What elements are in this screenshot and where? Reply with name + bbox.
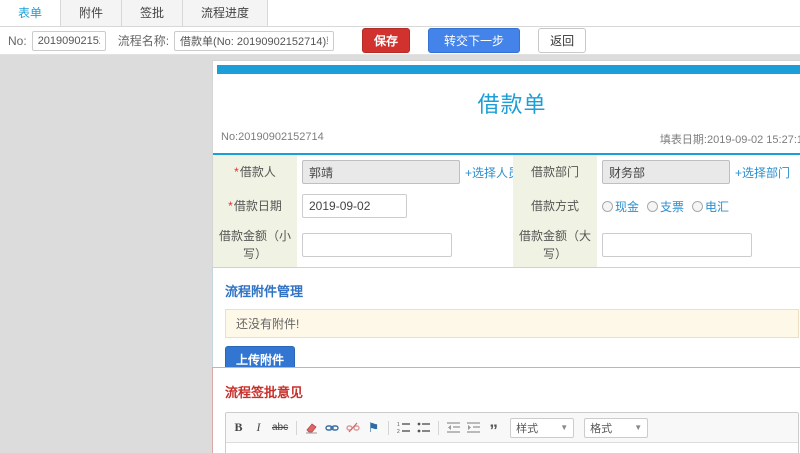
amount-upper-input[interactable] [602, 233, 752, 257]
link-icon[interactable] [325, 420, 339, 435]
borrower-label: *借款人 [213, 155, 297, 189]
approval-comments-panel: 流程签批意见 B I abc ⚑ 12 ” 样式 ▼ 格式 ▼ [212, 367, 800, 453]
amount-lower-label: 借款金额（小写） [213, 223, 297, 267]
editor-body[interactable] [226, 443, 798, 453]
attachment-heading: 流程附件管理 [225, 284, 304, 299]
radio-circle-icon[interactable] [692, 200, 704, 212]
editor-toolbar: B I abc ⚑ 12 ” 样式 ▼ 格式 ▼ [226, 413, 798, 443]
radio-wire[interactable]: 电汇 [692, 198, 729, 215]
toolbar-separator [388, 420, 390, 435]
save-button[interactable]: 保存 [362, 28, 411, 53]
tab-progress[interactable]: 流程进度 [183, 0, 269, 26]
form-row-date-method: *借款日期 借款方式 现金 支票 [213, 189, 800, 223]
tab-bar: 表单 附件 签批 流程进度 [0, 0, 800, 27]
doc-number: No:20190902152714 [221, 131, 324, 143]
block-quote-icon[interactable]: ” [487, 422, 500, 439]
strikethrough-icon[interactable]: abc [272, 420, 288, 435]
approval-comments-heading: 流程签批意见 [225, 385, 304, 400]
form-header-bar [217, 65, 800, 74]
radio-circle-icon[interactable] [647, 200, 659, 212]
content-area: 借款单 No:20190902152714 填表日期:2019-09-02 15… [0, 55, 800, 453]
format-select[interactable]: 格式 ▼ [584, 417, 649, 438]
remove-format-icon[interactable] [305, 420, 318, 435]
borrower-input[interactable] [302, 160, 460, 184]
amount-upper-label: 借款金额（大写） [513, 223, 597, 267]
department-input[interactable] [602, 160, 730, 184]
form-row-amount: 借款金额（小写） 借款金额（大写） [213, 223, 800, 267]
department-label: 借款部门 [513, 155, 597, 189]
rich-text-editor: B I abc ⚑ 12 ” 样式 ▼ 格式 ▼ [225, 412, 799, 453]
indent-icon[interactable] [467, 420, 481, 435]
flow-name-label: 流程名称: [117, 34, 170, 48]
outdent-icon[interactable] [447, 420, 461, 435]
borrow-date-label: *借款日期 [213, 189, 297, 223]
no-label: No: [8, 33, 27, 48]
amount-lower-input[interactable] [302, 233, 452, 257]
svg-text:2: 2 [397, 429, 400, 434]
select-person-link[interactable]: +选择人员 [465, 164, 520, 181]
radio-check[interactable]: 支票 [647, 198, 684, 215]
chevron-down-icon: ▼ [560, 423, 569, 432]
anchor-flag-icon[interactable]: ⚑ [367, 420, 380, 435]
form-row-borrower: *借款人 +选择人员 借款部门 +选择部门 [213, 155, 800, 189]
unlink-icon[interactable] [346, 420, 360, 435]
style-select[interactable]: 样式 ▼ [510, 417, 575, 438]
required-mark: * [228, 199, 233, 213]
radio-cash[interactable]: 现金 [602, 198, 639, 215]
bold-icon[interactable]: B [232, 420, 245, 435]
toolbar-separator [296, 420, 298, 435]
forward-next-step-button[interactable]: 转交下一步 [428, 28, 521, 53]
radio-circle-icon[interactable] [602, 200, 613, 212]
no-input[interactable] [31, 30, 106, 51]
tabbar-filler [268, 0, 800, 26]
borrow-method-radio-group: 现金 支票 电汇 [602, 198, 729, 215]
numbered-list-icon[interactable]: 12 [397, 420, 411, 435]
borrow-date-input[interactable] [302, 194, 407, 218]
flow-name-input[interactable] [174, 30, 335, 51]
back-button[interactable]: 返回 [538, 28, 587, 53]
form-title: 借款单 [477, 92, 547, 117]
chevron-down-icon: ▼ [634, 423, 643, 432]
fill-date: 填表日期:2019-09-02 15:27:1 [659, 134, 800, 146]
required-mark: * [234, 165, 239, 179]
bullet-list-icon[interactable] [417, 420, 431, 435]
tab-approval[interactable]: 签批 [122, 0, 184, 26]
borrow-method-label: 借款方式 [513, 189, 597, 223]
no-attachment-message: 还没有附件! [225, 309, 799, 338]
toolbar-separator [438, 420, 440, 435]
tab-form[interactable]: 表单 [0, 0, 62, 26]
italic-icon[interactable]: I [252, 420, 265, 435]
svg-text:1: 1 [397, 422, 400, 428]
select-department-link[interactable]: +选择部门 [735, 164, 790, 181]
tab-attachments[interactable]: 附件 [61, 0, 123, 26]
action-toolbar: No: 流程名称: 保存 转交下一步 返回 [0, 27, 800, 55]
